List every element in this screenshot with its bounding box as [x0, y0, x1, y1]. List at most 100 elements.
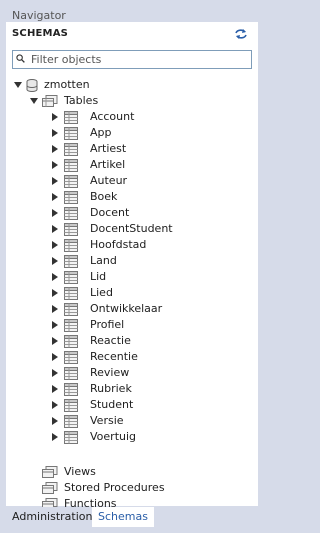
expand-arrow-icon[interactable] — [52, 177, 58, 185]
expand-arrow-icon[interactable] — [52, 145, 58, 153]
table-row[interactable]: Artikel — [52, 157, 248, 173]
expand-arrow-icon[interactable] — [52, 401, 58, 409]
table-label: Profiel — [90, 318, 125, 331]
table-label: Versie — [90, 414, 124, 427]
expand-arrow-icon[interactable] — [52, 337, 58, 345]
table-icon — [64, 287, 78, 300]
procedures-label: Stored Procedures — [64, 481, 165, 494]
tables-folder-row[interactable]: Tables — [28, 93, 248, 109]
table-icon — [64, 383, 78, 396]
expand-arrow-icon[interactable] — [52, 209, 58, 217]
table-row[interactable]: Recentie — [52, 349, 248, 365]
expand-arrow-icon[interactable] — [52, 113, 58, 121]
table-row[interactable]: Docent — [52, 205, 248, 221]
table-row[interactable]: Rubriek — [52, 381, 248, 397]
table-icon — [64, 351, 78, 364]
table-icon — [64, 431, 78, 444]
table-icon — [64, 303, 78, 316]
table-row[interactable]: Profiel — [52, 317, 248, 333]
table-icon — [64, 255, 78, 268]
table-label: Reactie — [90, 334, 131, 347]
expand-arrow-icon[interactable] — [52, 417, 58, 425]
schemas-header: SCHEMAS — [12, 28, 69, 39]
expand-arrow-icon[interactable] — [52, 273, 58, 281]
expand-arrow-icon[interactable] — [52, 161, 58, 169]
table-row[interactable]: Hoofdstad — [52, 237, 248, 253]
procedures-folder-icon — [42, 482, 58, 494]
table-label: Artiest — [90, 142, 127, 155]
table-icon — [64, 223, 78, 236]
table-icon — [64, 319, 78, 332]
schema-label: zmotten — [44, 78, 90, 91]
table-label: Hoofdstad — [90, 238, 147, 251]
table-label: Docent — [90, 206, 130, 219]
refresh-icon[interactable] — [234, 28, 248, 40]
table-icon — [64, 335, 78, 348]
table-icon — [64, 415, 78, 428]
expand-arrow-icon[interactable] — [52, 353, 58, 361]
table-label: Lied — [90, 286, 113, 299]
collapse-arrow-icon[interactable] — [14, 82, 22, 88]
table-icon — [64, 207, 78, 220]
tables-label: Tables — [64, 94, 99, 107]
expand-arrow-icon[interactable] — [52, 321, 58, 329]
table-row[interactable]: Student — [52, 397, 248, 413]
expand-arrow-icon[interactable] — [52, 225, 58, 233]
table-label: Ontwikkelaar — [90, 302, 163, 315]
expand-arrow-icon[interactable] — [52, 241, 58, 249]
table-row[interactable]: App — [52, 125, 248, 141]
table-row[interactable]: Review — [52, 365, 248, 381]
table-icon — [64, 399, 78, 412]
tab-schemas[interactable]: Schemas — [92, 507, 154, 527]
table-row[interactable]: Lied — [52, 285, 248, 301]
expand-arrow-icon[interactable] — [52, 257, 58, 265]
table-icon — [64, 159, 78, 172]
procedures-folder-row[interactable]: Stored Procedures — [42, 480, 242, 496]
table-label: DocentStudent — [90, 222, 173, 235]
filter-input[interactable] — [31, 52, 245, 67]
table-label: Artikel — [90, 158, 126, 171]
table-row[interactable]: Boek — [52, 189, 248, 205]
expand-arrow-icon[interactable] — [52, 433, 58, 441]
table-label: Lid — [90, 270, 107, 283]
table-label: Voertuig — [90, 430, 137, 443]
navigator-panel: SCHEMAS zmotten — [6, 22, 258, 510]
table-icon — [64, 367, 78, 380]
schema-row[interactable]: zmotten — [12, 77, 252, 93]
table-row[interactable]: Reactie — [52, 333, 248, 349]
table-label: Recentie — [90, 350, 138, 363]
table-label: Auteur — [90, 174, 128, 187]
table-label: Land — [90, 254, 117, 267]
table-label: Student — [90, 398, 134, 411]
collapse-arrow-icon[interactable] — [30, 98, 38, 104]
expand-arrow-icon[interactable] — [52, 193, 58, 201]
table-icon — [64, 143, 78, 156]
navigator-titlebar: Navigator — [0, 0, 262, 22]
table-icon — [64, 191, 78, 204]
table-icon — [64, 239, 78, 252]
tab-administration[interactable]: Administration — [6, 507, 99, 527]
table-icon — [64, 111, 78, 124]
expand-arrow-icon[interactable] — [52, 129, 58, 137]
views-folder-icon — [42, 466, 58, 478]
expand-arrow-icon[interactable] — [52, 289, 58, 297]
views-folder-row[interactable]: Views — [42, 464, 242, 480]
table-row[interactable]: Versie — [52, 413, 248, 429]
table-row[interactable]: Auteur — [52, 173, 248, 189]
table-row[interactable]: Artiest — [52, 141, 248, 157]
table-row[interactable]: Voertuig — [52, 429, 248, 445]
expand-arrow-icon[interactable] — [52, 369, 58, 377]
filter-field[interactable] — [12, 50, 252, 69]
table-label: Review — [90, 366, 130, 379]
table-row[interactable]: DocentStudent — [52, 221, 248, 237]
expand-arrow-icon[interactable] — [52, 305, 58, 313]
table-label: App — [90, 126, 112, 139]
table-row[interactable]: Lid — [52, 269, 248, 285]
database-icon — [26, 79, 38, 92]
table-row[interactable]: Land — [52, 253, 248, 269]
table-row[interactable]: Account — [52, 109, 248, 125]
expand-arrow-icon[interactable] — [52, 385, 58, 393]
table-label: Account — [90, 110, 135, 123]
table-row[interactable]: Ontwikkelaar — [52, 301, 248, 317]
window-title: Navigator — [12, 9, 66, 22]
